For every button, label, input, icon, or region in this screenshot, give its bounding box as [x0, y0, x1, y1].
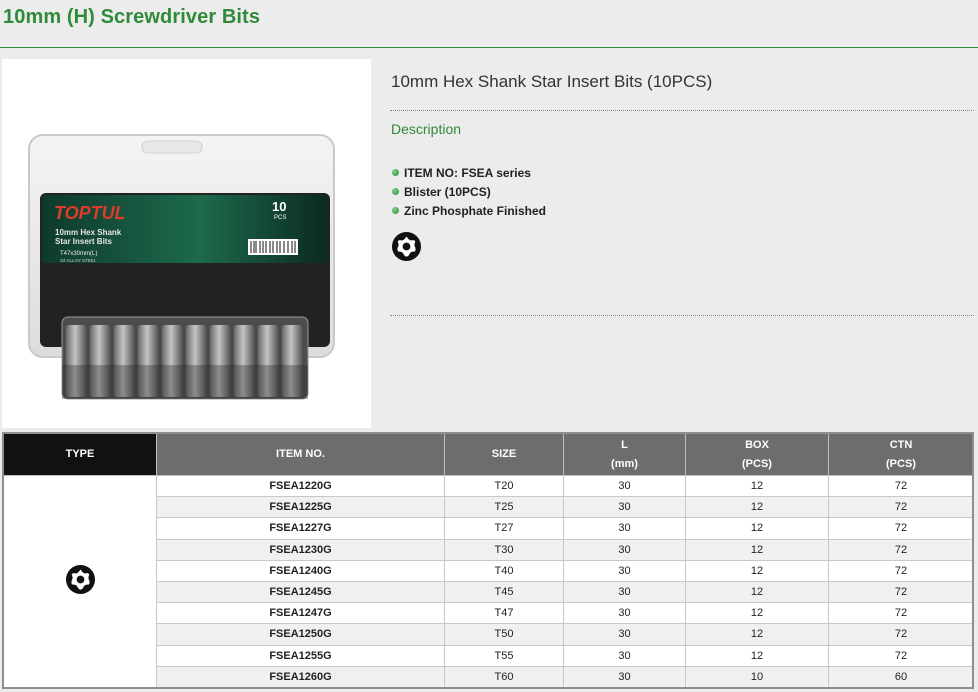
cell-box: 12 [685, 602, 829, 625]
bullet-icon [392, 169, 399, 176]
product-name: 10mm Hex Shank Star Insert Bits (10PCS) [391, 72, 713, 91]
cell-box: 12 [685, 538, 829, 561]
cell-box: 12 [685, 580, 829, 604]
cell-size: T25 [444, 496, 564, 519]
cell-ctn: 60 [828, 665, 974, 688]
torx-star-icon [391, 231, 422, 262]
cell-item-no: FSEA1227G [156, 517, 445, 540]
package-material: S2 ALLOY STEEL [60, 258, 97, 263]
cell-box: 12 [685, 474, 829, 498]
cell-size: T27 [444, 517, 564, 540]
bullet-icon [392, 207, 399, 214]
page-title: 10mm (H) Screwdriver Bits [3, 6, 261, 28]
cell-length: 30 [563, 623, 686, 646]
cell-size: T50 [444, 623, 564, 646]
divider [390, 315, 974, 316]
cell-box: 12 [685, 644, 829, 667]
column-header-ctn: CTN (PCS) [828, 433, 974, 476]
torx-star-icon [65, 565, 95, 595]
cell-box: 10 [685, 665, 829, 688]
list-item: ITEM NO: FSEA series [392, 163, 546, 182]
package-count-unit: PCS [274, 215, 286, 221]
cell-ctn: 72 [828, 580, 974, 604]
cell-box: 12 [685, 623, 829, 646]
cell-length: 30 [563, 644, 686, 667]
package-line2: Star Insert Bits [55, 237, 112, 246]
cell-size: T47 [444, 602, 564, 625]
cell-item-no: FSEA1245G [156, 580, 445, 604]
list-item: Blister (10PCS) [392, 182, 546, 201]
cell-size: T30 [444, 538, 564, 561]
package-line1: 10mm Hex Shank [55, 228, 122, 237]
cell-item-no: FSEA1247G [156, 602, 445, 625]
cell-ctn: 72 [828, 538, 974, 561]
cell-ctn: 72 [828, 559, 974, 582]
type-cell [3, 475, 157, 688]
cell-length: 30 [563, 580, 686, 604]
column-header-length: L (mm) [563, 433, 686, 476]
cell-length: 30 [563, 538, 686, 561]
cell-ctn: 72 [828, 496, 974, 519]
cell-box: 12 [685, 517, 829, 540]
cell-length: 30 [563, 517, 686, 540]
column-header-size: SIZE [444, 433, 564, 476]
cell-length: 30 [563, 665, 686, 688]
cell-length: 30 [563, 496, 686, 519]
cell-item-no: FSEA1250G [156, 623, 445, 646]
feature-list: ITEM NO: FSEA series Blister (10PCS) Zin… [392, 163, 546, 220]
package-count: 10 [272, 199, 286, 214]
column-header-type: TYPE [3, 433, 157, 476]
cell-size: T40 [444, 559, 564, 582]
cell-size: T55 [444, 644, 564, 667]
divider [390, 110, 974, 111]
blister-pack-illustration: TOPTUL 10mm Hex Shank Star Insert Bits 1… [28, 134, 335, 400]
bullet-icon [392, 188, 399, 195]
cell-item-no: FSEA1240G [156, 559, 445, 582]
cell-ctn: 72 [828, 517, 974, 540]
package-size-label: T47x30mm(L) [60, 251, 97, 257]
cell-ctn: 72 [828, 602, 974, 625]
cell-item-no: FSEA1230G [156, 538, 445, 561]
brand-logo: TOPTUL [54, 203, 126, 223]
cell-size: T45 [444, 580, 564, 604]
cell-size: T20 [444, 474, 564, 498]
cell-item-no: FSEA1225G [156, 496, 445, 519]
cell-item-no: FSEA1220G [156, 474, 445, 498]
column-header-item-no: ITEM NO. [156, 433, 445, 476]
list-item: Zinc Phosphate Finished [392, 201, 546, 220]
specs-table: TYPE ITEM NO. SIZE L (mm) BOX (PCS) CTN (PC… [3, 433, 974, 688]
title-divider [0, 47, 978, 48]
column-header-box: BOX (PCS) [685, 433, 829, 476]
cell-ctn: 72 [828, 644, 974, 667]
description-heading: Description [391, 121, 462, 137]
table-row: FSEA1220G T20 30 12 72 [3, 474, 974, 688]
cell-ctn: 72 [828, 474, 974, 498]
cell-box: 12 [685, 496, 829, 519]
cell-length: 30 [563, 602, 686, 625]
cell-size: T60 [444, 665, 564, 688]
product-image[interactable]: TOPTUL 10mm Hex Shank Star Insert Bits 1… [2, 59, 371, 428]
cell-item-no: FSEA1260G [156, 665, 445, 688]
cell-ctn: 72 [828, 623, 974, 646]
cell-length: 30 [563, 474, 686, 498]
cell-item-no: FSEA1255G [156, 644, 445, 667]
cell-box: 12 [685, 559, 829, 582]
cell-length: 30 [563, 559, 686, 582]
